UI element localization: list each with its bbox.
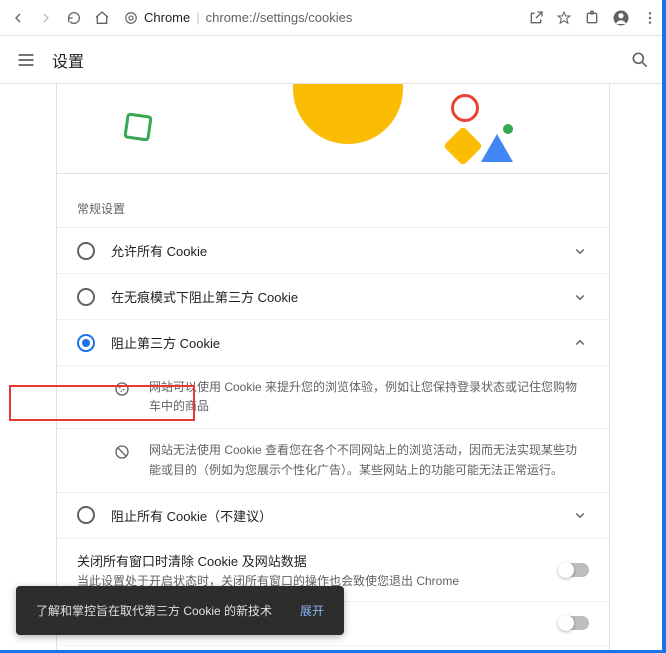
kebab-menu-icon[interactable] (642, 10, 658, 26)
option-label: 允许所有 Cookie (111, 241, 555, 260)
chevron-down-icon (571, 506, 589, 524)
chevron-down-icon (571, 288, 589, 306)
option-label: 阻止第三方 Cookie (111, 333, 555, 352)
share-icon[interactable] (528, 10, 544, 26)
chevron-down-icon (571, 242, 589, 260)
settings-header: 设置 (0, 36, 666, 84)
option-block-third-party-incognito[interactable]: 在无痕模式下阻止第三方 Cookie (57, 273, 609, 319)
search-icon[interactable] (630, 50, 650, 70)
option-label: 阻止所有 Cookie（不建议） (111, 506, 555, 525)
back-button[interactable] (8, 8, 28, 28)
option-allow-all-cookies[interactable]: 允许所有 Cookie (57, 227, 609, 273)
reload-button[interactable] (64, 8, 84, 28)
chrome-icon (124, 11, 138, 25)
toggle-switch[interactable] (559, 563, 589, 577)
hamburger-menu-icon[interactable] (16, 50, 36, 70)
detail-text: 网站可以使用 Cookie 来提升您的浏览体验，例如让您保持登录状态或记住您购物… (149, 378, 589, 416)
url-app-label: Chrome (144, 10, 190, 25)
detail-cookie-benefit: 网站可以使用 Cookie 来提升您的浏览体验，例如让您保持登录状态或记住您购物… (57, 365, 609, 428)
radio-icon (77, 506, 95, 524)
radio-icon (77, 242, 95, 260)
omnibox[interactable]: Chrome | chrome://settings/cookies (120, 10, 520, 25)
option-label: 在无痕模式下阻止第三方 Cookie (111, 287, 555, 306)
home-button[interactable] (92, 8, 112, 28)
toggle-switch[interactable] (559, 616, 589, 630)
content-area: 常规设置 允许所有 Cookie 在无痕模式下阻止第三方 Cookie 阻止第三… (0, 84, 666, 653)
forward-button[interactable] (36, 8, 56, 28)
toast-snackbar: 了解和掌控旨在取代第三方 Cookie 的新技术 展开 (16, 586, 344, 635)
option-block-third-party[interactable]: 阻止第三方 Cookie (57, 319, 609, 365)
profile-avatar-icon[interactable] (612, 9, 630, 27)
settings-card: 常规设置 允许所有 Cookie 在无痕模式下阻止第三方 Cookie 阻止第三… (56, 84, 610, 653)
pref-title: 关闭所有窗口时清除 Cookie 及网站数据 (77, 551, 559, 570)
radio-icon (77, 288, 95, 306)
detail-text: 网站无法使用 Cookie 查看您在各个不同网站上的浏览活动，因而无法实现某些功… (149, 441, 589, 479)
window-border (662, 0, 666, 653)
option-block-all-cookies[interactable]: 阻止所有 Cookie（不建议） (57, 492, 609, 538)
detail-cookie-restriction: 网站无法使用 Cookie 查看您在各个不同网站上的浏览活动，因而无法实现某些功… (57, 428, 609, 491)
extensions-icon[interactable] (584, 10, 600, 26)
url-text: chrome://settings/cookies (206, 10, 353, 25)
chevron-up-icon (571, 334, 589, 352)
toast-message: 了解和掌控旨在取代第三方 Cookie 的新技术 (36, 602, 272, 619)
toast-action-expand[interactable]: 展开 (300, 602, 324, 619)
section-title-general: 常规设置 (57, 174, 609, 227)
hero-graphic (57, 84, 609, 174)
cookie-icon (113, 378, 133, 416)
bookmark-star-icon[interactable] (556, 10, 572, 26)
browser-toolbar: Chrome | chrome://settings/cookies (0, 0, 666, 36)
block-icon (113, 441, 133, 479)
page-title: 设置 (52, 48, 84, 72)
radio-selected-icon (77, 334, 95, 352)
